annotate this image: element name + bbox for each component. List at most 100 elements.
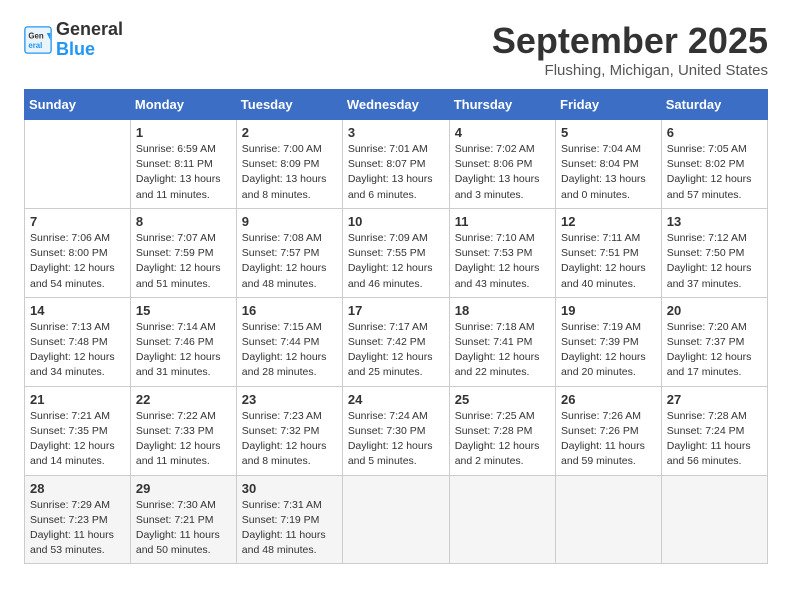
calendar: SundayMondayTuesdayWednesdayThursdayFrid… — [24, 89, 768, 564]
calendar-cell — [449, 475, 555, 564]
title-area: September 2025 Flushing, Michigan, Unite… — [492, 20, 768, 79]
day-number: 4 — [455, 125, 550, 140]
weekday-header-sunday: Sunday — [25, 90, 131, 120]
calendar-cell: 1Sunrise: 6:59 AMSunset: 8:11 PMDaylight… — [130, 120, 236, 209]
day-number: 5 — [561, 125, 656, 140]
calendar-cell: 22 Sunrise: 7:22 AMSunset: 7:33 PMDayligh… — [130, 386, 236, 475]
week-row-2: 7Sunrise: 7:06 AMSunset: 8:00 PMDaylight… — [25, 208, 768, 297]
calendar-cell: 16 Sunrise: 7:15 AMSunset: 7:44 PMDayligh… — [236, 297, 342, 386]
day-number: 27 — [667, 392, 762, 407]
day-number: 7 — [30, 214, 125, 229]
day-info: Sunrise: 7:29 AMSunset: 7:23 PMDaylight:… — [30, 498, 125, 559]
week-row-5: 28 Sunrise: 7:29 AMSunset: 7:23 PMDayligh… — [25, 475, 768, 564]
day-info: Sunrise: 7:22 AMSunset: 7:33 PMDaylight:… — [136, 409, 231, 470]
week-row-1: 1Sunrise: 6:59 AMSunset: 8:11 PMDaylight… — [25, 120, 768, 209]
day-info: Sunrise: 7:31 AMSunset: 7:19 PMDaylight:… — [242, 498, 337, 559]
day-number: 28 — [30, 481, 125, 496]
day-number: 3 — [348, 125, 444, 140]
calendar-cell: 30 Sunrise: 7:31 AMSunset: 7:19 PMDayligh… — [236, 475, 342, 564]
day-info: Sunrise: 7:20 AMSunset: 7:37 PMDaylight:… — [667, 320, 762, 381]
day-info: Sunrise: 7:26 AMSunset: 7:26 PMDaylight:… — [561, 409, 656, 470]
day-info: Sunrise: 7:13 AMSunset: 7:48 PMDaylight:… — [30, 320, 125, 381]
calendar-cell: 4 Sunrise: 7:02 AMSunset: 8:06 PMDaylight… — [449, 120, 555, 209]
day-info: Sunrise: 7:00 AMSunset: 8:09 PMDaylight:… — [242, 142, 337, 203]
calendar-cell: 13 Sunrise: 7:12 AMSunset: 7:50 PMDayligh… — [661, 208, 767, 297]
day-info: Sunrise: 7:09 AMSunset: 7:55 PMDaylight:… — [348, 231, 444, 292]
day-number: 11 — [455, 214, 550, 229]
calendar-cell: 28 Sunrise: 7:29 AMSunset: 7:23 PMDayligh… — [25, 475, 131, 564]
calendar-cell: 23Sunrise: 7:23 AMSunset: 7:32 PMDayligh… — [236, 386, 342, 475]
day-info: Sunrise: 7:01 AMSunset: 8:07 PMDaylight:… — [348, 142, 444, 203]
calendar-cell: 18Sunrise: 7:18 AMSunset: 7:41 PMDayligh… — [449, 297, 555, 386]
day-info: Sunrise: 7:17 AMSunset: 7:42 PMDaylight:… — [348, 320, 444, 381]
day-number: 26 — [561, 392, 656, 407]
weekday-header-wednesday: Wednesday — [342, 90, 449, 120]
day-info: Sunrise: 7:08 AMSunset: 7:57 PMDaylight:… — [242, 231, 337, 292]
calendar-cell — [556, 475, 662, 564]
day-number: 10 — [348, 214, 444, 229]
day-number: 30 — [242, 481, 337, 496]
calendar-cell: 11 Sunrise: 7:10 AMSunset: 7:53 PMDayligh… — [449, 208, 555, 297]
day-number: 21 — [30, 392, 125, 407]
calendar-cell: 20 Sunrise: 7:20 AMSunset: 7:37 PMDayligh… — [661, 297, 767, 386]
calendar-cell: 3 Sunrise: 7:01 AMSunset: 8:07 PMDaylight… — [342, 120, 449, 209]
day-number: 24 — [348, 392, 444, 407]
calendar-cell: 19Sunrise: 7:19 AMSunset: 7:39 PMDayligh… — [556, 297, 662, 386]
calendar-cell: 14 Sunrise: 7:13 AMSunset: 7:48 PMDayligh… — [25, 297, 131, 386]
day-number: 14 — [30, 303, 125, 318]
calendar-cell: 8Sunrise: 7:07 AMSunset: 7:59 PMDaylight… — [130, 208, 236, 297]
calendar-cell — [342, 475, 449, 564]
calendar-cell: 15Sunrise: 7:14 AMSunset: 7:46 PMDayligh… — [130, 297, 236, 386]
logo-general-text: General — [56, 20, 123, 40]
week-row-3: 14 Sunrise: 7:13 AMSunset: 7:48 PMDayligh… — [25, 297, 768, 386]
calendar-cell: 17Sunrise: 7:17 AMSunset: 7:42 PMDayligh… — [342, 297, 449, 386]
day-info: Sunrise: 7:24 AMSunset: 7:30 PMDaylight:… — [348, 409, 444, 470]
location: Flushing, Michigan, United States — [492, 62, 768, 79]
day-number: 25 — [455, 392, 550, 407]
calendar-cell: 29Sunrise: 7:30 AMSunset: 7:21 PMDayligh… — [130, 475, 236, 564]
day-number: 16 — [242, 303, 337, 318]
day-number: 23 — [242, 392, 337, 407]
day-info: Sunrise: 7:28 AMSunset: 7:24 PMDaylight:… — [667, 409, 762, 470]
day-info: Sunrise: 7:14 AMSunset: 7:46 PMDaylight:… — [136, 320, 231, 381]
calendar-cell: 7Sunrise: 7:06 AMSunset: 8:00 PMDaylight… — [25, 208, 131, 297]
calendar-cell: 10 Sunrise: 7:09 AMSunset: 7:55 PMDayligh… — [342, 208, 449, 297]
week-row-4: 21 Sunrise: 7:21 AMSunset: 7:35 PMDayligh… — [25, 386, 768, 475]
day-number: 22 — [136, 392, 231, 407]
day-number: 6 — [667, 125, 762, 140]
calendar-cell: 27 Sunrise: 7:28 AMSunset: 7:24 PMDayligh… — [661, 386, 767, 475]
svg-text:Gen: Gen — [28, 31, 43, 40]
weekday-header-row: SundayMondayTuesdayWednesdayThursdayFrid… — [25, 90, 768, 120]
day-number: 13 — [667, 214, 762, 229]
day-number: 29 — [136, 481, 231, 496]
day-number: 1 — [136, 125, 231, 140]
weekday-header-friday: Friday — [556, 90, 662, 120]
day-info: Sunrise: 7:10 AMSunset: 7:53 PMDaylight:… — [455, 231, 550, 292]
day-info: Sunrise: 7:05 AMSunset: 8:02 PMDaylight:… — [667, 142, 762, 203]
day-info: Sunrise: 7:12 AMSunset: 7:50 PMDaylight:… — [667, 231, 762, 292]
day-number: 9 — [242, 214, 337, 229]
weekday-header-tuesday: Tuesday — [236, 90, 342, 120]
day-number: 12 — [561, 214, 656, 229]
day-number: 2 — [242, 125, 337, 140]
day-info: Sunrise: 7:04 AMSunset: 8:04 PMDaylight:… — [561, 142, 656, 203]
day-number: 20 — [667, 303, 762, 318]
calendar-cell: 12Sunrise: 7:11 AMSunset: 7:51 PMDayligh… — [556, 208, 662, 297]
day-info: Sunrise: 7:02 AMSunset: 8:06 PMDaylight:… — [455, 142, 550, 203]
calendar-cell — [25, 120, 131, 209]
calendar-cell: 25Sunrise: 7:25 AMSunset: 7:28 PMDayligh… — [449, 386, 555, 475]
day-info: Sunrise: 7:21 AMSunset: 7:35 PMDaylight:… — [30, 409, 125, 470]
calendar-cell: 26 Sunrise: 7:26 AMSunset: 7:26 PMDayligh… — [556, 386, 662, 475]
logo: Gen eral General Blue — [24, 20, 123, 60]
day-number: 19 — [561, 303, 656, 318]
weekday-header-saturday: Saturday — [661, 90, 767, 120]
day-number: 18 — [455, 303, 550, 318]
calendar-cell: 5 Sunrise: 7:04 AMSunset: 8:04 PMDaylight… — [556, 120, 662, 209]
calendar-cell — [661, 475, 767, 564]
day-number: 8 — [136, 214, 231, 229]
logo-text: General Blue — [56, 20, 123, 60]
calendar-cell: 21 Sunrise: 7:21 AMSunset: 7:35 PMDayligh… — [25, 386, 131, 475]
calendar-cell: 2 Sunrise: 7:00 AMSunset: 8:09 PMDaylight… — [236, 120, 342, 209]
day-info: Sunrise: 7:15 AMSunset: 7:44 PMDaylight:… — [242, 320, 337, 381]
month-title: September 2025 — [492, 20, 768, 62]
